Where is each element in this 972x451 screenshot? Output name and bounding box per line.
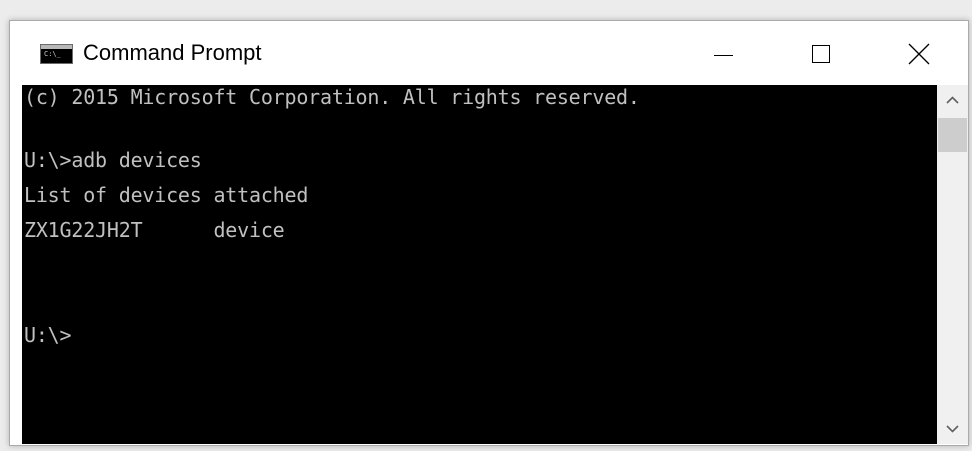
- console-line: (c) 2015 Microsoft Corporation. All righ…: [24, 85, 640, 109]
- maximize-button[interactable]: [773, 21, 869, 85]
- console-output[interactable]: (c) 2015 Microsoft Corporation. All righ…: [22, 85, 937, 444]
- scroll-thumb[interactable]: [938, 118, 967, 152]
- chevron-down-icon: [946, 425, 959, 433]
- console-line: U:\>adb devices: [24, 148, 202, 172]
- chevron-up-icon: [946, 96, 959, 104]
- window-border: [10, 85, 22, 444]
- scroll-up-button[interactable]: [937, 85, 968, 115]
- close-icon: [908, 43, 930, 65]
- title-bar[interactable]: C:\_ Command Prompt: [10, 21, 968, 85]
- vertical-scrollbar[interactable]: [937, 85, 968, 444]
- minimize-icon: [714, 55, 733, 56]
- scroll-down-button[interactable]: [937, 414, 968, 444]
- minimize-button[interactable]: [676, 21, 772, 85]
- cmd-icon[interactable]: C:\_: [40, 44, 73, 64]
- console-line: ZX1G22JH2T device: [24, 218, 285, 242]
- console-line: List of devices attached: [24, 183, 309, 207]
- window-title: Command Prompt: [83, 40, 262, 65]
- command-prompt-window: C:\_ Command Prompt (c) 2015 Microsoft C…: [9, 20, 969, 446]
- console-prompt: U:\>: [24, 323, 72, 347]
- close-button[interactable]: [871, 21, 967, 85]
- maximize-icon: [812, 45, 830, 63]
